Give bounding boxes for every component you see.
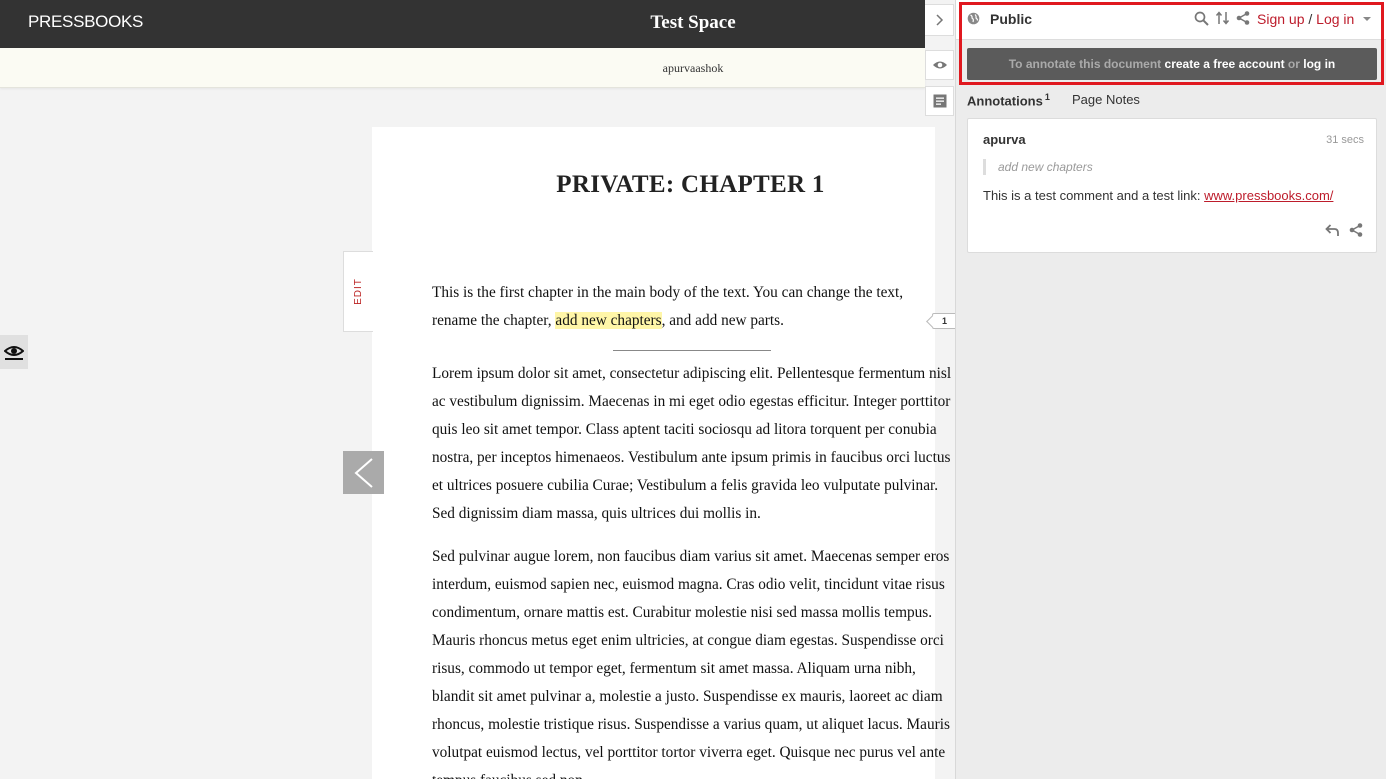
annotation-author[interactable]: apurva [983,132,1026,147]
auth-separator: / [1304,11,1317,27]
log-in-link[interactable]: Log in [1316,11,1354,27]
sign-up-link[interactable]: Sign up [1257,11,1304,27]
previous-page-button[interactable] [343,451,384,494]
tab-annotations-count: 1 [1044,92,1050,102]
annotation-count-bubble[interactable]: 1 [932,313,957,329]
scope-selector[interactable]: Public [990,11,1032,27]
sort-icon[interactable] [1215,10,1231,26]
annotation-link[interactable]: www.pressbooks.com/ [1204,188,1333,203]
paragraph-lorem: Lorem ipsum dolor sit amet, consectetur … [432,365,952,522]
annotation-card[interactable]: apurva 31 secs add new chapters This is … [967,118,1377,253]
cta-log-in-link[interactable]: log in [1303,57,1335,71]
edit-label: EDIT [353,278,364,305]
chevron-left-icon [353,457,373,488]
brand-logo[interactable]: PRESSBOOKS [28,12,143,32]
create-account-link[interactable]: create a free account [1165,57,1285,71]
show-highlights-button[interactable] [925,50,954,80]
annotation-body: This is a test comment and a test link: … [983,188,1333,203]
notes-icon [933,94,946,108]
auth-links: Sign up / Log in [1257,11,1354,27]
eye-icon [932,61,947,69]
left-eye-toggle[interactable] [0,335,28,369]
search-icon[interactable] [1194,11,1209,26]
globe-icon[interactable] [967,12,980,25]
edit-tab[interactable]: EDIT [343,251,373,332]
annotation-count: 1 [941,316,947,326]
chapter-title: PRIVATE: CHAPTER 1 [556,171,825,198]
annotation-text: This is a test comment and a test link: [983,188,1205,203]
tab-page-notes[interactable]: Page Notes [1072,92,1140,107]
reply-icon[interactable] [1325,223,1340,237]
new-page-note-button[interactable] [925,86,954,116]
cta-or: or [1287,57,1300,71]
chevron-down-icon[interactable] [1363,17,1371,21]
annotation-quote: add new chapters [983,159,1093,175]
paragraph-pulvinar: Sed pulvinar augue lorem, non faucibus d… [432,548,950,779]
cta-text: To annotate this document [1008,57,1162,71]
highlighted-text[interactable]: add new chapters [555,312,662,329]
user-bar [0,48,925,88]
sidebar-collapse-button[interactable] [925,4,954,36]
share-icon[interactable] [1236,11,1250,25]
chevron-right-icon [936,14,944,26]
tab-annotations[interactable]: Annotations 1 [967,92,1050,108]
annotation-timestamp[interactable]: 31 secs [1326,134,1364,146]
annotate-call-to-action: To annotate this document create a free … [967,48,1377,80]
annotation-sidebar: Public Sign up / Log in To annotate this… [955,0,1386,779]
share-icon[interactable] [1349,223,1363,237]
eye-icon [4,346,24,360]
tab-annotations-label: Annotations [967,93,1043,109]
paragraph-intro: This is the first chapter in the main bo… [432,279,932,335]
paragraph-text: , and add new parts. [661,312,784,329]
section-divider [613,350,771,351]
